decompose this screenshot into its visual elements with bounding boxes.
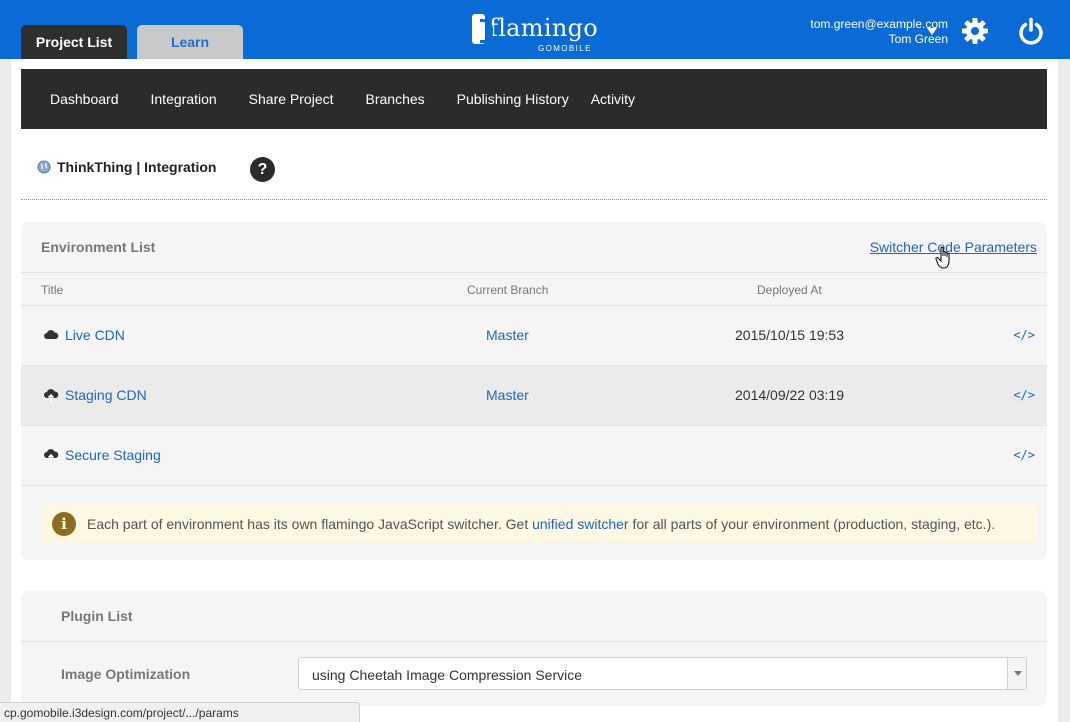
- environment-list: Environment List Switcher Code Parameter…: [21, 222, 1047, 560]
- info-notice: i Each part of environment has its own f…: [41, 504, 1037, 543]
- logo-name: flamingo: [489, 14, 598, 42]
- environment-list-title: Environment List: [41, 239, 156, 255]
- breadcrumb: ThinkThing | Integration: [37, 159, 216, 175]
- flamingo-logo-icon: [472, 14, 494, 44]
- cloud-upload-icon: [44, 389, 59, 402]
- notice-text: Each part of environment has its own fla…: [87, 515, 996, 532]
- tab-learn[interactable]: Learn: [137, 25, 243, 59]
- table-row[interactable]: Live CDN Master 2015/10/15 19:53 </>: [21, 306, 1047, 366]
- page-title: ThinkThing | Integration: [57, 159, 217, 175]
- subnav-publishing-history[interactable]: Publishing History: [457, 91, 569, 107]
- hand-pointer-icon: [935, 246, 950, 269]
- cloud-upload-icon: [44, 449, 59, 462]
- table-row[interactable]: Secure Staging </>: [21, 426, 1047, 486]
- cloud-icon: [44, 330, 59, 339]
- code-icon[interactable]: </>: [1013, 448, 1035, 462]
- flamingo-logo[interactable]: flamingo GOMOBILE: [472, 14, 598, 54]
- top-bar: Project List Learn flamingo GOMOBILE tom…: [0, 0, 1070, 59]
- plugin-row: Image Optimization using Cheetah Image C…: [21, 641, 1047, 706]
- info-icon: i: [52, 511, 76, 536]
- unified-switcher-link[interactable]: unified switcher: [532, 516, 629, 532]
- plugin-list: Plugin List Image Optimization using Che…: [21, 591, 1047, 706]
- environment-deployed-at: 2014/09/22 03:19: [735, 387, 844, 403]
- column-current-branch: Current Branch: [467, 283, 549, 297]
- chevron-down-icon[interactable]: [1007, 658, 1026, 689]
- power-icon[interactable]: [1016, 16, 1046, 46]
- column-title: Title: [41, 283, 64, 297]
- select-value: using Cheetah Image Compression Service: [312, 667, 583, 683]
- help-icon[interactable]: ?: [250, 157, 275, 182]
- column-deployed-at: Deployed At: [757, 283, 822, 297]
- code-icon[interactable]: </>: [1013, 388, 1035, 402]
- divider: [21, 199, 1047, 200]
- code-icon[interactable]: </>: [1013, 328, 1035, 342]
- gear-icon[interactable]: [960, 16, 990, 46]
- table-header: Title Current Branch Deployed At: [21, 272, 1047, 306]
- environment-branch[interactable]: Master: [486, 387, 529, 403]
- globe-icon: [37, 160, 51, 174]
- project-subnav: Dashboard Integration Share Project Bran…: [21, 69, 1047, 129]
- environment-deployed-at: 2015/10/15 19:53: [735, 327, 844, 343]
- subnav-branches[interactable]: Branches: [366, 91, 425, 107]
- plugin-list-title: Plugin List: [61, 608, 133, 624]
- logo-subtitle: GOMOBILE: [538, 44, 592, 53]
- tab-project-list[interactable]: Project List: [21, 25, 127, 59]
- status-bar-url: cp.gomobile.i3design.com/project/.../par…: [0, 702, 360, 722]
- image-optimization-select[interactable]: using Cheetah Image Compression Service: [298, 657, 1027, 690]
- image-optimization-label: Image Optimization: [61, 666, 191, 682]
- table-row[interactable]: Staging CDN Master 2014/09/22 03:19 </>: [21, 366, 1047, 426]
- environment-branch[interactable]: Master: [486, 327, 529, 343]
- environment-title[interactable]: Live CDN: [65, 327, 125, 343]
- subnav-dashboard[interactable]: Dashboard: [50, 91, 119, 107]
- caret-down-icon[interactable]: [927, 28, 937, 35]
- environment-title[interactable]: Staging CDN: [65, 387, 147, 403]
- subnav-activity[interactable]: Activity: [591, 91, 635, 107]
- environment-title[interactable]: Secure Staging: [65, 447, 161, 463]
- subnav-share-project[interactable]: Share Project: [249, 91, 334, 107]
- subnav-integration[interactable]: Integration: [151, 91, 217, 107]
